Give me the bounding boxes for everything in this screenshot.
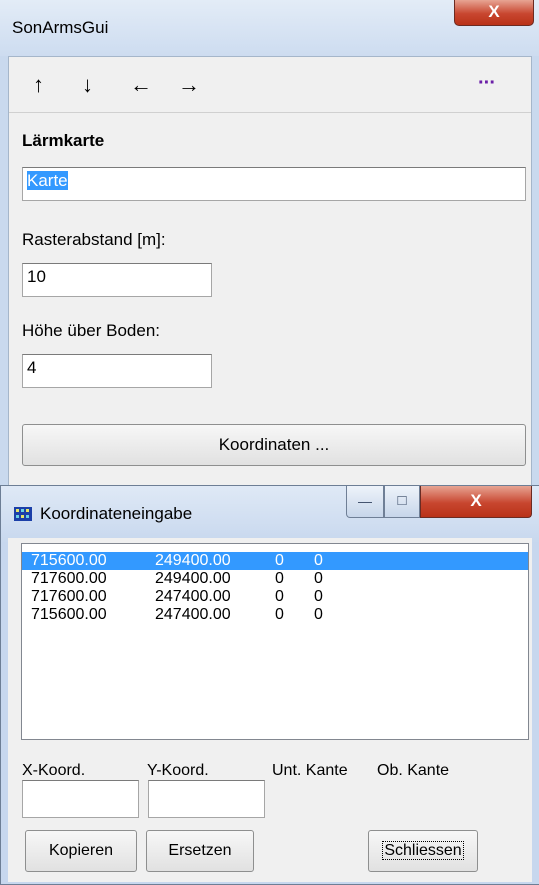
cell-y: 247400.00 [155, 606, 231, 623]
cell-x: 717600.00 [31, 570, 107, 587]
main-window-close-button[interactable]: X [454, 0, 534, 26]
cell-upper: 0 [314, 588, 323, 605]
cell-x: 715600.00 [31, 606, 107, 623]
close-button[interactable]: Schliessen [368, 830, 478, 872]
maximize-button[interactable]: □ [384, 486, 420, 518]
x-coord-label: X-Koord. [22, 762, 86, 779]
coordinates-button[interactable]: Koordinaten ... [22, 424, 526, 466]
more-options-button[interactable]: ··· [478, 72, 496, 95]
cell-lower: 0 [275, 552, 284, 569]
raster-input[interactable]: 10 [22, 263, 212, 297]
name-input-value: Karte [27, 171, 68, 190]
arrow-right-button[interactable]: → [178, 72, 200, 98]
copy-button[interactable]: Kopieren [25, 830, 137, 872]
cell-lower: 0 [275, 588, 284, 605]
cell-lower: 0 [275, 570, 284, 587]
upper-edge-label: Ob. Kante [377, 762, 450, 779]
maximize-icon: □ [397, 492, 407, 509]
cell-upper: 0 [314, 552, 323, 569]
list-item[interactable]: 717600.00 249400.00 0 0 [22, 570, 528, 588]
cell-x: 717600.00 [31, 588, 107, 605]
cell-upper: 0 [314, 570, 323, 587]
arrow-down-button[interactable]: ↓ [82, 72, 93, 98]
raster-label: Rasterabstand [m]: [22, 230, 166, 249]
minimize-button[interactable]: — [346, 486, 384, 518]
cell-y: 247400.00 [155, 588, 231, 605]
list-item[interactable]: 717600.00 247400.00 0 0 [22, 588, 528, 606]
cell-lower: 0 [275, 606, 284, 623]
cell-y: 249400.00 [155, 552, 231, 569]
close-button-label: Schliessen [382, 841, 464, 860]
list-item[interactable]: 715600.00 249400.00 0 0 [22, 552, 528, 570]
height-label: Höhe über Boden: [22, 321, 160, 340]
minimize-icon: — [358, 493, 372, 509]
list-item[interactable]: 715600.00 247400.00 0 0 [22, 606, 528, 624]
arrow-left-button[interactable]: ← [130, 72, 152, 98]
y-coord-input[interactable] [148, 780, 265, 818]
height-input[interactable]: 4 [22, 354, 212, 388]
cell-y: 249400.00 [155, 570, 231, 587]
arrow-up-button[interactable]: ↑ [33, 72, 44, 98]
coord-window-title: Koordinateneingabe [40, 504, 193, 523]
replace-button[interactable]: Ersetzen [146, 830, 254, 872]
name-input[interactable]: Karte [22, 167, 526, 201]
y-coord-label: Y-Koord. [147, 762, 209, 779]
x-coord-input[interactable] [22, 780, 139, 818]
lower-edge-label: Unt. Kante [272, 762, 348, 779]
section-title: Lärmkarte [22, 131, 105, 150]
main-window-title: SonArmsGui [12, 18, 109, 37]
cell-upper: 0 [314, 606, 323, 623]
cell-x: 715600.00 [31, 552, 107, 569]
coord-window-close-button[interactable]: X [420, 486, 532, 518]
app-grid-icon [14, 507, 32, 521]
